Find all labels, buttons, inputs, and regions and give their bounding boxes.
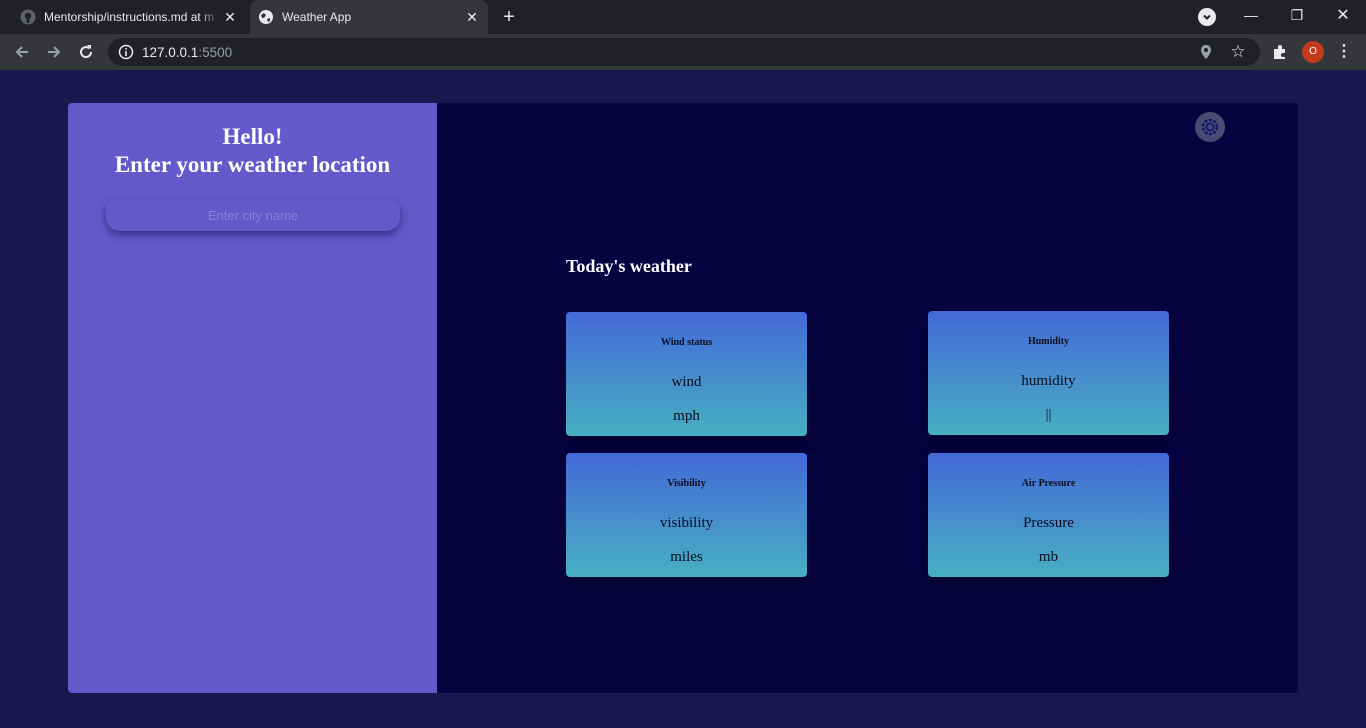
card-value: visibility	[659, 515, 714, 531]
card-value: Pressure	[1023, 515, 1074, 531]
browser-tab-strip: Mentorship/instructions.md at m ✕ Weathe…	[0, 0, 1366, 34]
extensions-puzzle-icon[interactable]	[1270, 42, 1290, 62]
section-title: Today's weather	[566, 256, 692, 276]
weather-panel: Today's weather Wind status wind mph Hum…	[437, 103, 1298, 693]
card-title: Wind status	[660, 337, 713, 348]
tab-title: Weather App	[282, 10, 352, 24]
card-title: Air Pressure	[1021, 478, 1076, 489]
greeting-line-1: Hello!	[222, 124, 283, 149]
card-value: wind	[671, 374, 702, 390]
tab-search-icon[interactable]	[1198, 8, 1216, 26]
page-viewport: Hello! Enter your weather location Today…	[0, 70, 1366, 728]
weather-app: Hello! Enter your weather location Today…	[68, 103, 1298, 693]
url-text: 127.0.0.1:5500	[142, 45, 233, 60]
profile-avatar[interactable]: O	[1302, 41, 1324, 63]
card-title: Humidity	[1027, 336, 1070, 347]
back-icon[interactable]	[10, 40, 34, 64]
visibility-card: Visibility visibility miles	[566, 453, 807, 577]
tab-weather-app[interactable]: Weather App ✕	[250, 0, 488, 34]
close-window-icon[interactable]: ✕	[1320, 0, 1366, 30]
address-bar[interactable]: 127.0.0.1:5500 ☆	[108, 38, 1260, 66]
card-unit: mb	[1038, 549, 1059, 565]
city-search-input[interactable]	[106, 200, 400, 231]
card-title: Visibility	[667, 478, 706, 489]
tab-mentorship[interactable]: Mentorship/instructions.md at m ✕	[12, 0, 246, 34]
card-value: humidity	[1021, 373, 1076, 389]
theme-toggle-button[interactable]	[1195, 112, 1225, 142]
wind-status-card: Wind status wind mph	[566, 312, 807, 436]
globe-icon	[258, 9, 274, 25]
forward-icon[interactable]	[42, 40, 66, 64]
info-icon[interactable]	[118, 44, 134, 60]
github-icon	[20, 9, 36, 25]
browser-menu-icon[interactable]: ⋮	[1336, 42, 1352, 62]
location-panel: Hello! Enter your weather location	[68, 103, 437, 693]
card-unit: miles	[670, 549, 703, 565]
browser-toolbar: 127.0.0.1:5500 ☆ O ⋮	[0, 34, 1366, 70]
reload-icon[interactable]	[74, 40, 98, 64]
tab-title: Mentorship/instructions.md at m	[44, 10, 215, 24]
close-tab-icon[interactable]: ✕	[222, 9, 238, 25]
restore-icon[interactable]: ❐	[1274, 0, 1320, 30]
location-pin-icon[interactable]	[1198, 44, 1214, 60]
settings-gear-icon	[1201, 118, 1219, 136]
air-pressure-card: Air Pressure Pressure mb	[928, 453, 1169, 577]
new-tab-icon[interactable]: +	[498, 7, 520, 29]
card-unit: ||	[1045, 407, 1052, 423]
card-unit: mph	[673, 408, 700, 424]
greeting-heading: Hello! Enter your weather location	[68, 123, 437, 179]
bookmark-star-icon[interactable]: ☆	[1228, 42, 1248, 62]
greeting-line-2: Enter your weather location	[114, 152, 391, 177]
close-tab-icon[interactable]: ✕	[464, 9, 480, 25]
minimize-icon[interactable]: —	[1228, 0, 1274, 30]
humidity-card: Humidity humidity ||	[928, 311, 1169, 435]
